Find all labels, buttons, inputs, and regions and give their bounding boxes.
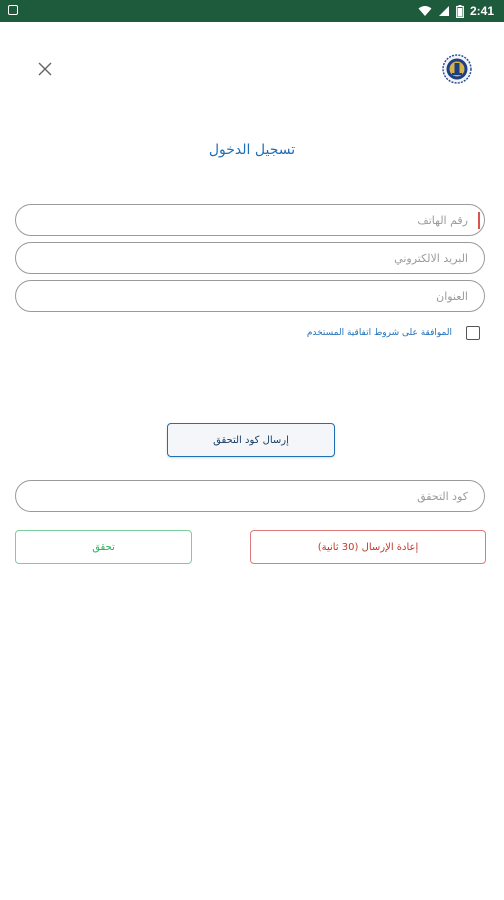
notification-icon	[8, 5, 18, 15]
terms-link[interactable]: الموافقة على شروط اتفاقية المستخدم	[307, 328, 452, 338]
resend-button[interactable]: إعادة الإرسال (30 ثانية)	[250, 530, 486, 564]
phone-input[interactable]	[30, 212, 470, 228]
send-code-button[interactable]: إرسال كود التحقق	[167, 423, 335, 457]
close-button[interactable]	[34, 58, 56, 80]
status-bar: 2:41	[0, 0, 504, 22]
email-input[interactable]	[30, 250, 470, 266]
status-icons: 2:41	[418, 0, 494, 22]
verification-code-input[interactable]	[30, 488, 470, 504]
battery-icon	[456, 4, 464, 18]
page-title: تسجيل الدخول	[208, 142, 296, 158]
close-icon	[38, 62, 52, 76]
terms-row: الموافقة على شروط اتفاقية المستخدم	[307, 326, 480, 340]
wifi-icon	[418, 6, 432, 16]
status-time: 2:41	[469, 4, 494, 18]
terms-checkbox[interactable]	[466, 326, 480, 340]
text-cursor	[478, 212, 480, 229]
phone-field[interactable]	[15, 204, 485, 236]
app-logo	[442, 54, 472, 84]
verification-code-field[interactable]	[15, 480, 485, 512]
address-field[interactable]	[15, 280, 485, 312]
address-input[interactable]	[30, 288, 470, 304]
email-field[interactable]	[15, 242, 485, 274]
signal-icon	[438, 6, 449, 16]
verify-button[interactable]: تحقق	[15, 530, 192, 564]
